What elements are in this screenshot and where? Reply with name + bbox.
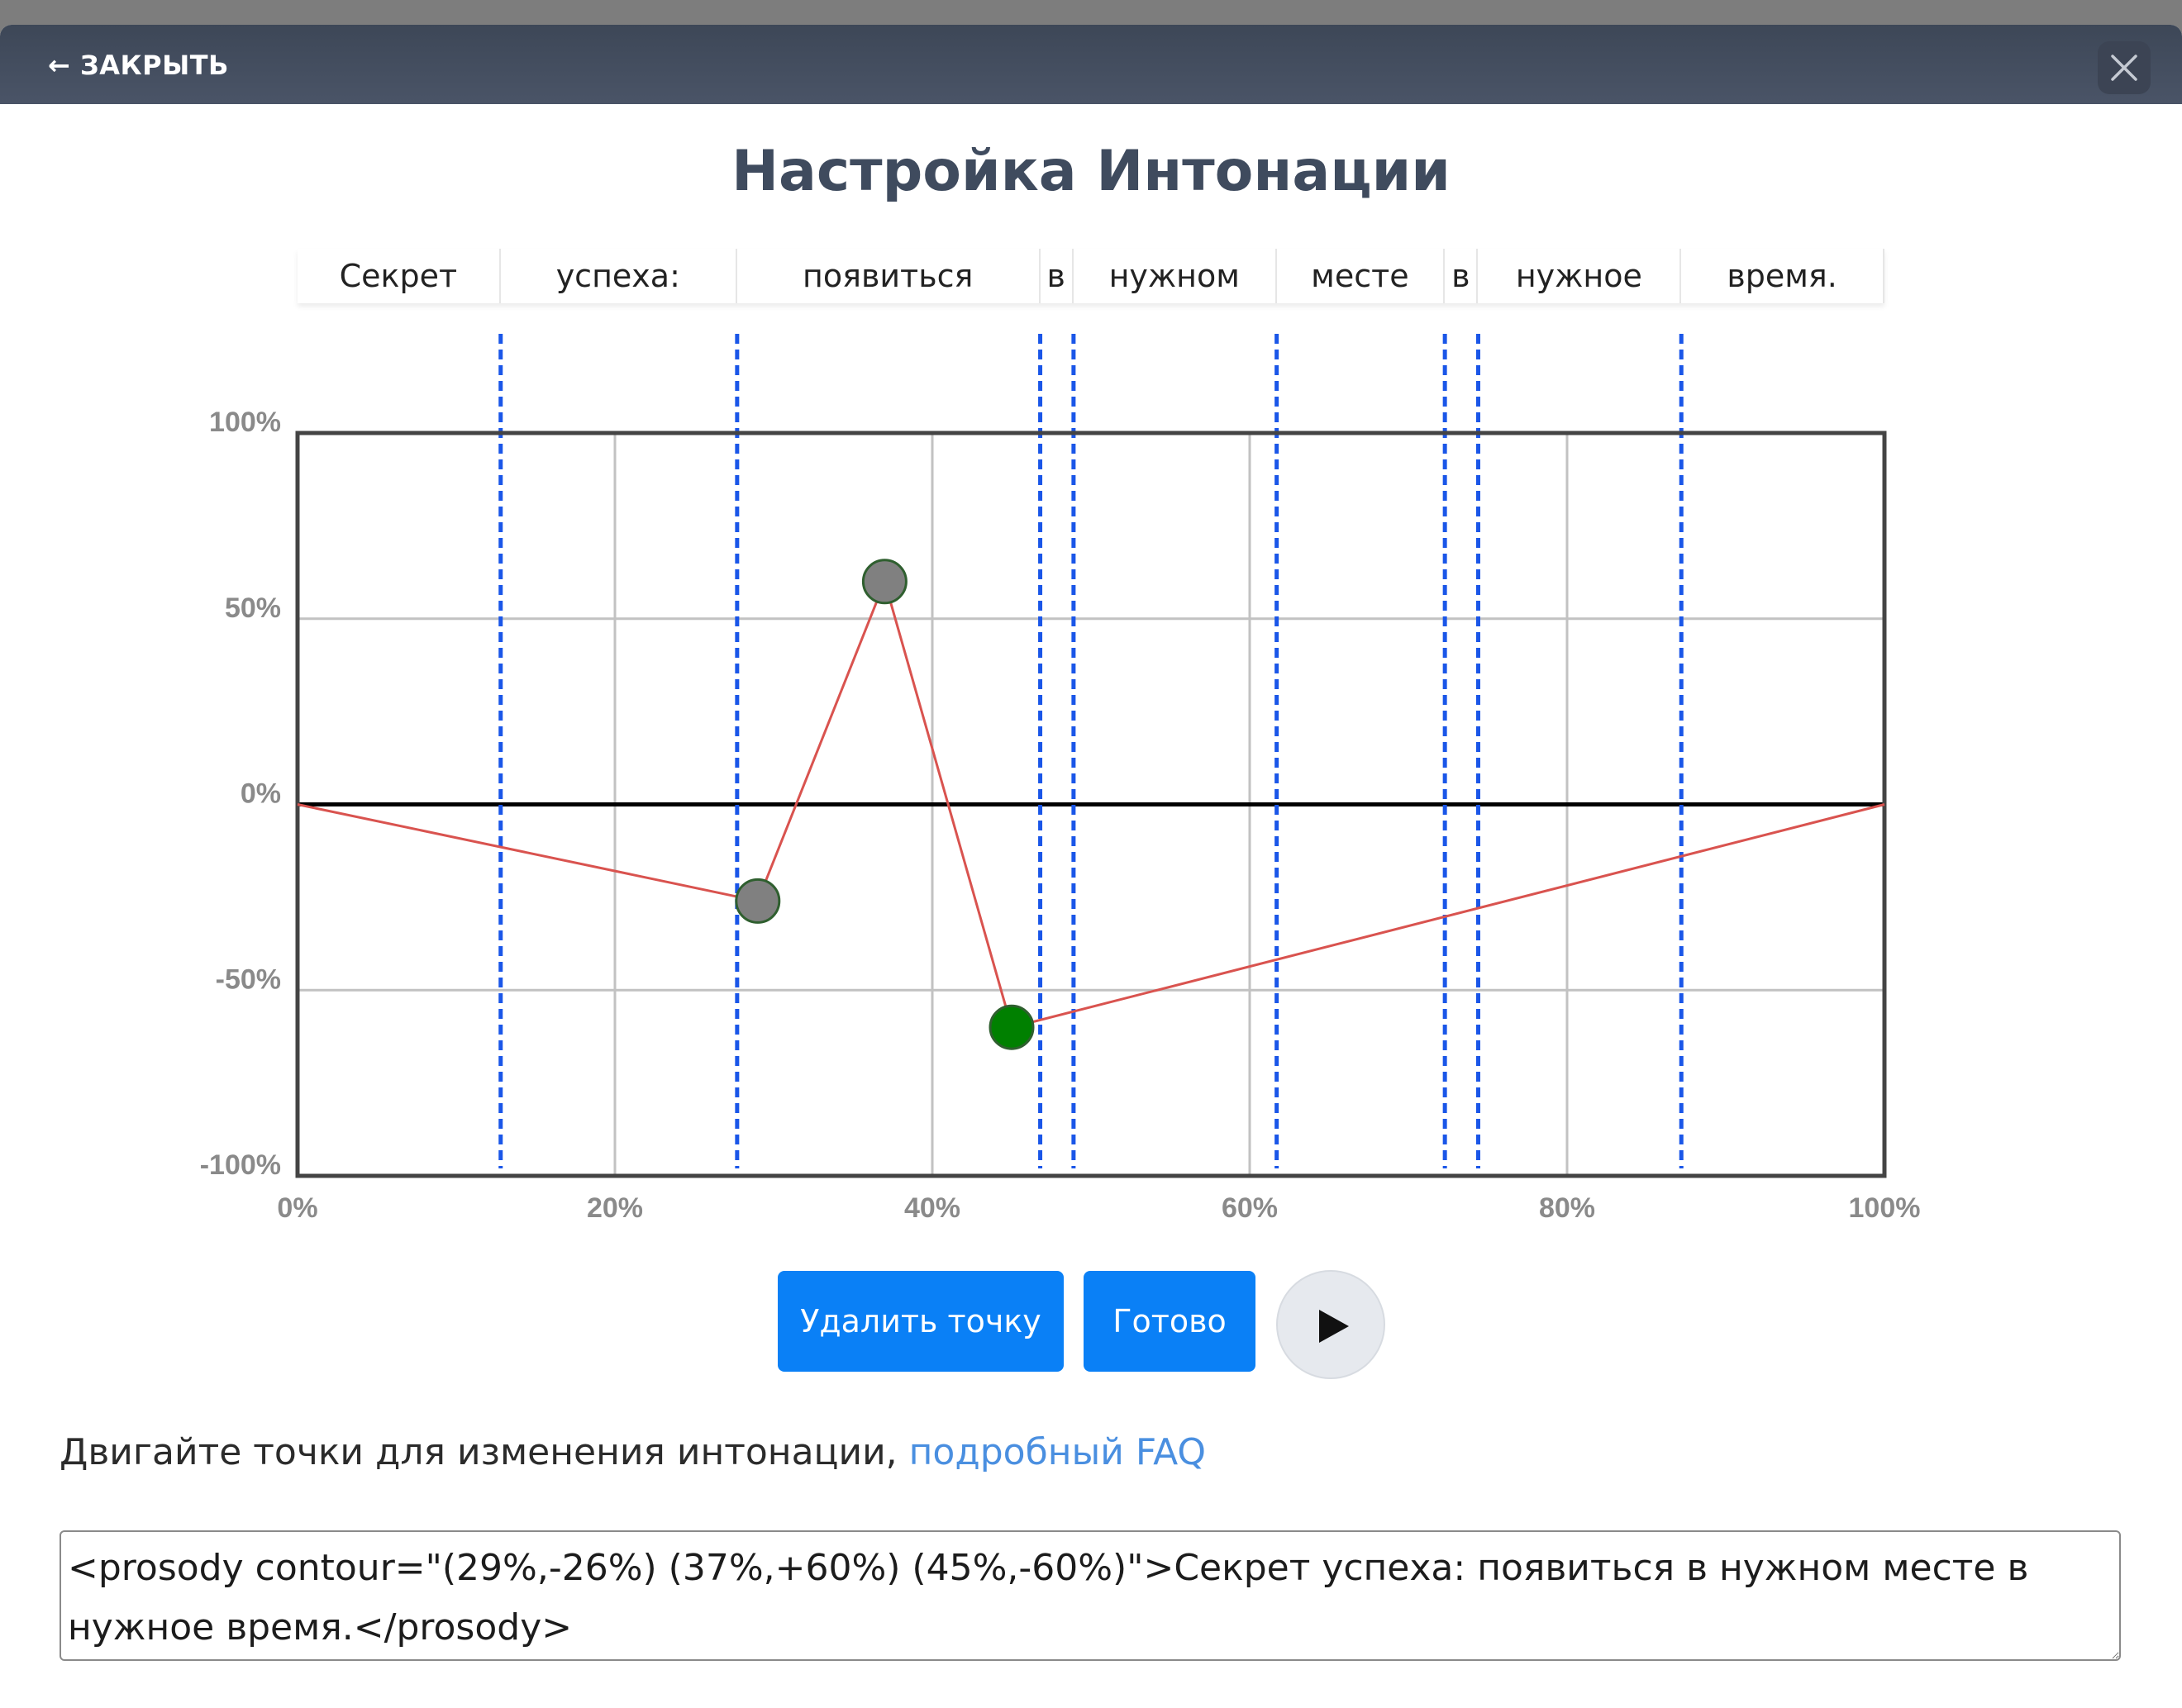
y-tick-label: -50% — [216, 963, 281, 995]
intonation-chart[interactable]: 100% 50% 0% -50% -100% 0% 20% 40% 60% 80% 100% — [0, 0, 2182, 1256]
hint-label: Двигайте точки для изменения интонации, — [60, 1431, 909, 1473]
hint-text: Двигайте точки для изменения интонации, … — [60, 1431, 1206, 1473]
play-button[interactable] — [1276, 1270, 1385, 1379]
faq-link[interactable]: подробный FAQ — [909, 1431, 1206, 1473]
delete-point-button[interactable]: Удалить точку — [778, 1271, 1064, 1372]
x-tick-label: 40% — [904, 1192, 960, 1224]
ssml-textarea[interactable]: <prosody contour="(29%,-26%) (37%,+60%) … — [60, 1530, 2121, 1661]
done-button[interactable]: Готово — [1084, 1271, 1255, 1372]
y-tick-label: 100% — [209, 407, 281, 438]
contour-point-handle[interactable] — [861, 559, 908, 605]
x-tick-label: 100% — [1849, 1192, 1921, 1224]
y-tick-label: 50% — [225, 592, 281, 624]
x-tick-label: 80% — [1539, 1192, 1595, 1224]
x-tick-label: 20% — [587, 1192, 643, 1224]
contour-point-handle[interactable] — [735, 878, 781, 924]
x-tick-label: 60% — [1222, 1192, 1278, 1224]
x-tick-label: 0% — [277, 1192, 317, 1224]
y-tick-label: -100% — [200, 1149, 281, 1181]
play-icon — [1319, 1310, 1349, 1343]
contour-point-handle[interactable] — [989, 1004, 1035, 1050]
y-tick-label: 0% — [241, 778, 281, 810]
